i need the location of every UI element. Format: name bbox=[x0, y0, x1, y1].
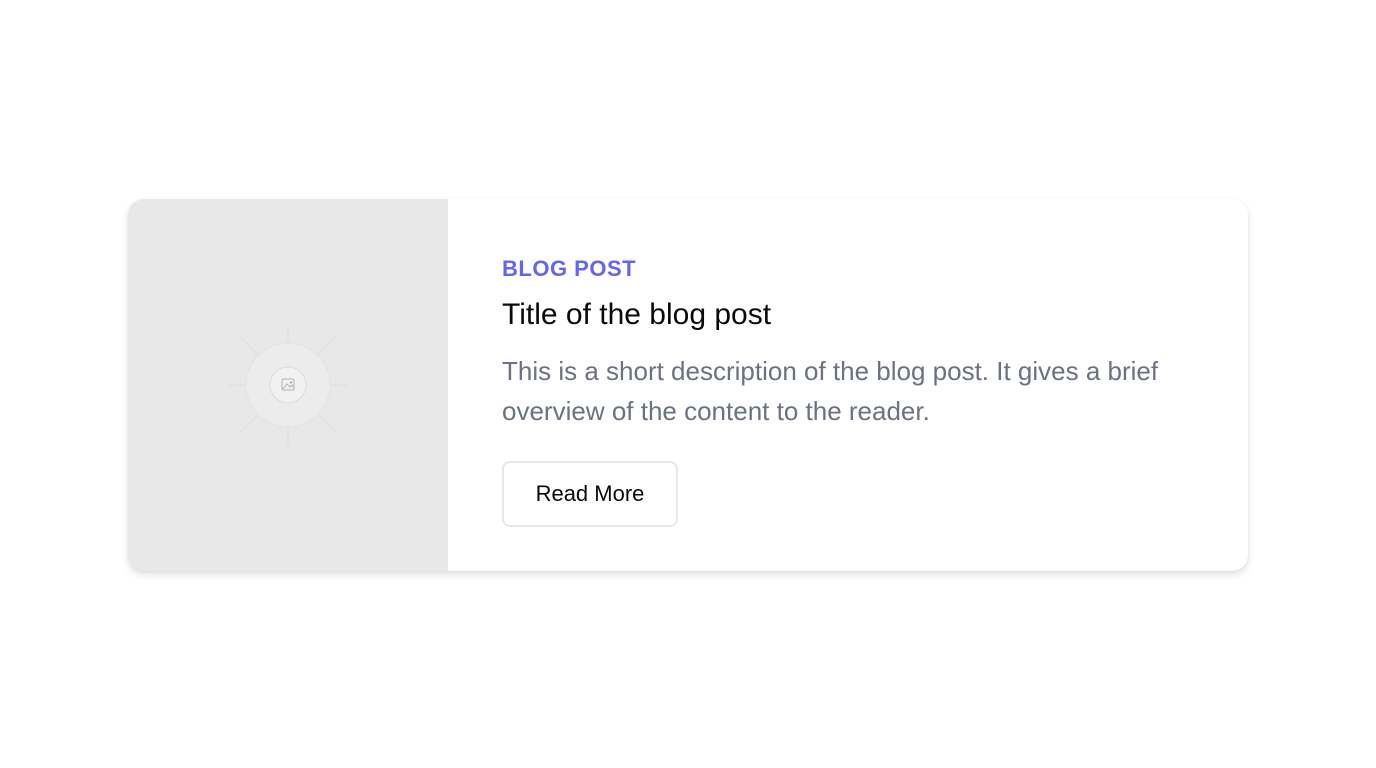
post-description: This is a short description of the blog … bbox=[502, 356, 1159, 426]
image-placeholder-icon bbox=[228, 325, 348, 445]
post-image-placeholder bbox=[128, 199, 448, 571]
post-content: BLOG POST Title of the blog post This is… bbox=[448, 199, 1248, 571]
post-category: BLOG POST bbox=[502, 256, 637, 281]
read-more-button[interactable]: Read More bbox=[502, 461, 678, 527]
blog-post-card: BLOG POST Title of the blog post This is… bbox=[128, 199, 1248, 571]
post-title: Title of the blog post bbox=[502, 298, 772, 331]
